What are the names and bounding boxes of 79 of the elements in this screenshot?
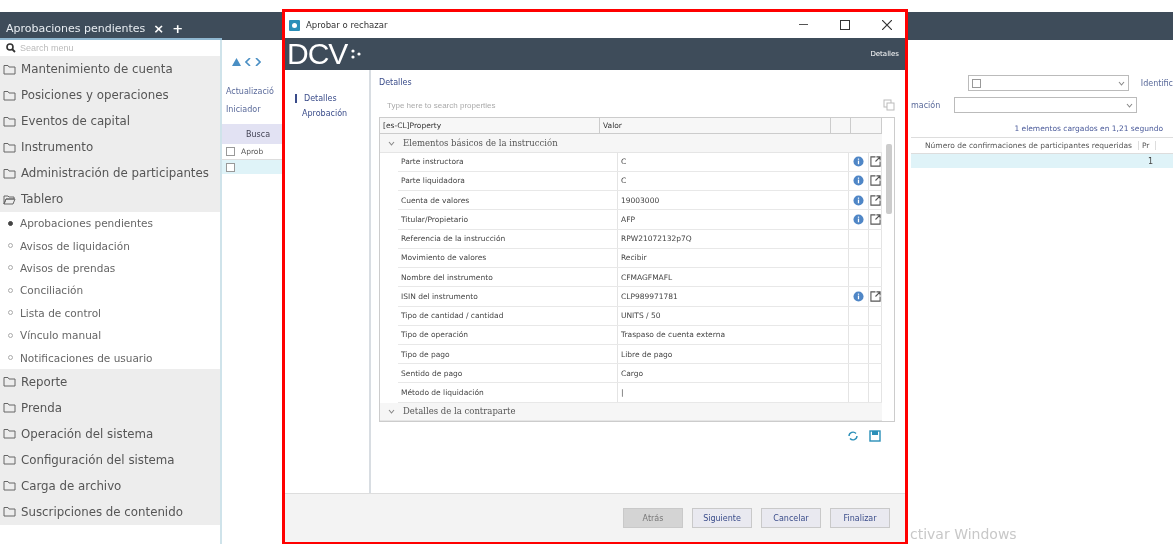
app-icon <box>289 19 300 31</box>
tab[interactable]: Aprobaciones pendientes × + <box>0 18 222 40</box>
group-label: Detalles de la contraparte <box>403 406 516 417</box>
open-folder-icon <box>3 193 16 205</box>
close-icon <box>882 20 892 30</box>
save-icon[interactable] <box>869 430 881 442</box>
field-label: Identific <box>1140 78 1173 88</box>
info-icon[interactable] <box>853 290 864 302</box>
search-field[interactable]: Search menu <box>20 43 200 53</box>
info-icon[interactable] <box>853 194 864 206</box>
dialog-button[interactable]: Cancelar <box>761 508 821 528</box>
collapse-icon[interactable] <box>388 407 395 415</box>
checkbox[interactable] <box>226 162 235 172</box>
collapse-icon[interactable] <box>388 139 395 147</box>
search-button[interactable]: Busca <box>222 124 285 144</box>
refresh-icon[interactable] <box>847 430 859 442</box>
menu-item[interactable]: Aprobaciones pendientes <box>0 212 220 235</box>
menu-folder[interactable]: Eventos de capital <box>0 108 220 134</box>
field-label: Iniciador <box>225 103 262 116</box>
window-title: Aprobar o rechazar <box>306 20 389 30</box>
menu-folder[interactable]: Administración de participantes <box>0 160 220 186</box>
folder-icon <box>3 141 16 153</box>
folder-icon <box>3 63 16 75</box>
menu-item[interactable]: Avisos de prendas <box>0 256 220 280</box>
menu-folder[interactable]: Carga de archivo <box>0 472 220 499</box>
group-row[interactable]: Elementos básicos de la instrucción <box>380 134 882 153</box>
info-icon[interactable] <box>853 213 864 225</box>
open-external-icon[interactable] <box>869 290 881 302</box>
menu-item[interactable]: Avisos de liquidación <box>0 234 220 257</box>
menu-folder[interactable]: Configuración del sistema <box>0 446 220 473</box>
open-external-icon[interactable] <box>869 156 881 168</box>
logo: DCV <box>287 37 348 71</box>
maximize-icon <box>840 20 850 30</box>
menu-folder[interactable]: Suscripciones de contenido <box>0 498 220 525</box>
menu-item[interactable]: Conciliación <box>0 279 220 302</box>
folder-icon <box>3 89 16 101</box>
menu-folder[interactable]: Prenda <box>0 394 220 421</box>
menu-folder[interactable]: Instrumento <box>0 134 220 160</box>
menu-item[interactable]: Notificaciones de usuario <box>0 346 220 369</box>
folder-icon <box>3 167 16 179</box>
menu-folder[interactable]: Mantenimiento de cuenta <box>0 56 220 82</box>
folder-icon <box>3 376 16 388</box>
folder-icon <box>3 454 16 466</box>
menu-folder[interactable]: Tablero <box>0 186 220 212</box>
folder-icon <box>3 480 16 492</box>
table-row[interactable] <box>222 160 285 174</box>
dialog-button[interactable]: Siguiente <box>692 508 752 528</box>
nav-item[interactable]: Detalles <box>295 94 369 103</box>
table-cell: 1 <box>911 154 1173 168</box>
dots-icon <box>351 48 362 60</box>
nav-item[interactable]: Aprobación <box>285 109 369 118</box>
checkbox[interactable] <box>226 147 235 156</box>
folder-icon <box>3 428 16 440</box>
search-icon <box>6 43 16 53</box>
menu-folder[interactable]: Operación del sistema <box>0 420 220 447</box>
minimize-icon <box>798 24 808 26</box>
dropdown-field[interactable] <box>968 75 1129 91</box>
menu-item[interactable]: Lista de control <box>0 301 220 324</box>
tab-label: Aprobaciones pendientes <box>6 21 146 35</box>
menu-folder[interactable]: Posiciones y operaciones <box>0 82 220 108</box>
dropdown-field[interactable] <box>954 97 1138 113</box>
section-title: Detalles <box>379 78 413 87</box>
triangle-icon[interactable] <box>232 58 241 66</box>
field-label: Actualizació <box>225 85 275 98</box>
open-external-icon[interactable] <box>869 194 881 206</box>
dialog-button[interactable]: Finalizar <box>830 508 890 528</box>
tab-close[interactable]: × <box>153 20 165 36</box>
menu-folder[interactable]: Reporte <box>0 368 220 395</box>
open-external-icon[interactable] <box>869 213 881 225</box>
open-external-icon[interactable] <box>869 175 881 187</box>
info-icon[interactable] <box>853 175 864 187</box>
field-label: mación <box>911 100 941 110</box>
folder-icon <box>3 402 16 414</box>
info-icon[interactable] <box>853 156 864 168</box>
folder-icon <box>3 506 16 518</box>
add-tab[interactable]: + <box>172 20 184 36</box>
folder-icon <box>3 115 16 127</box>
group-label: Elementos básicos de la instrucción <box>403 138 558 148</box>
menu-item[interactable]: Vínculo manual <box>0 323 220 347</box>
